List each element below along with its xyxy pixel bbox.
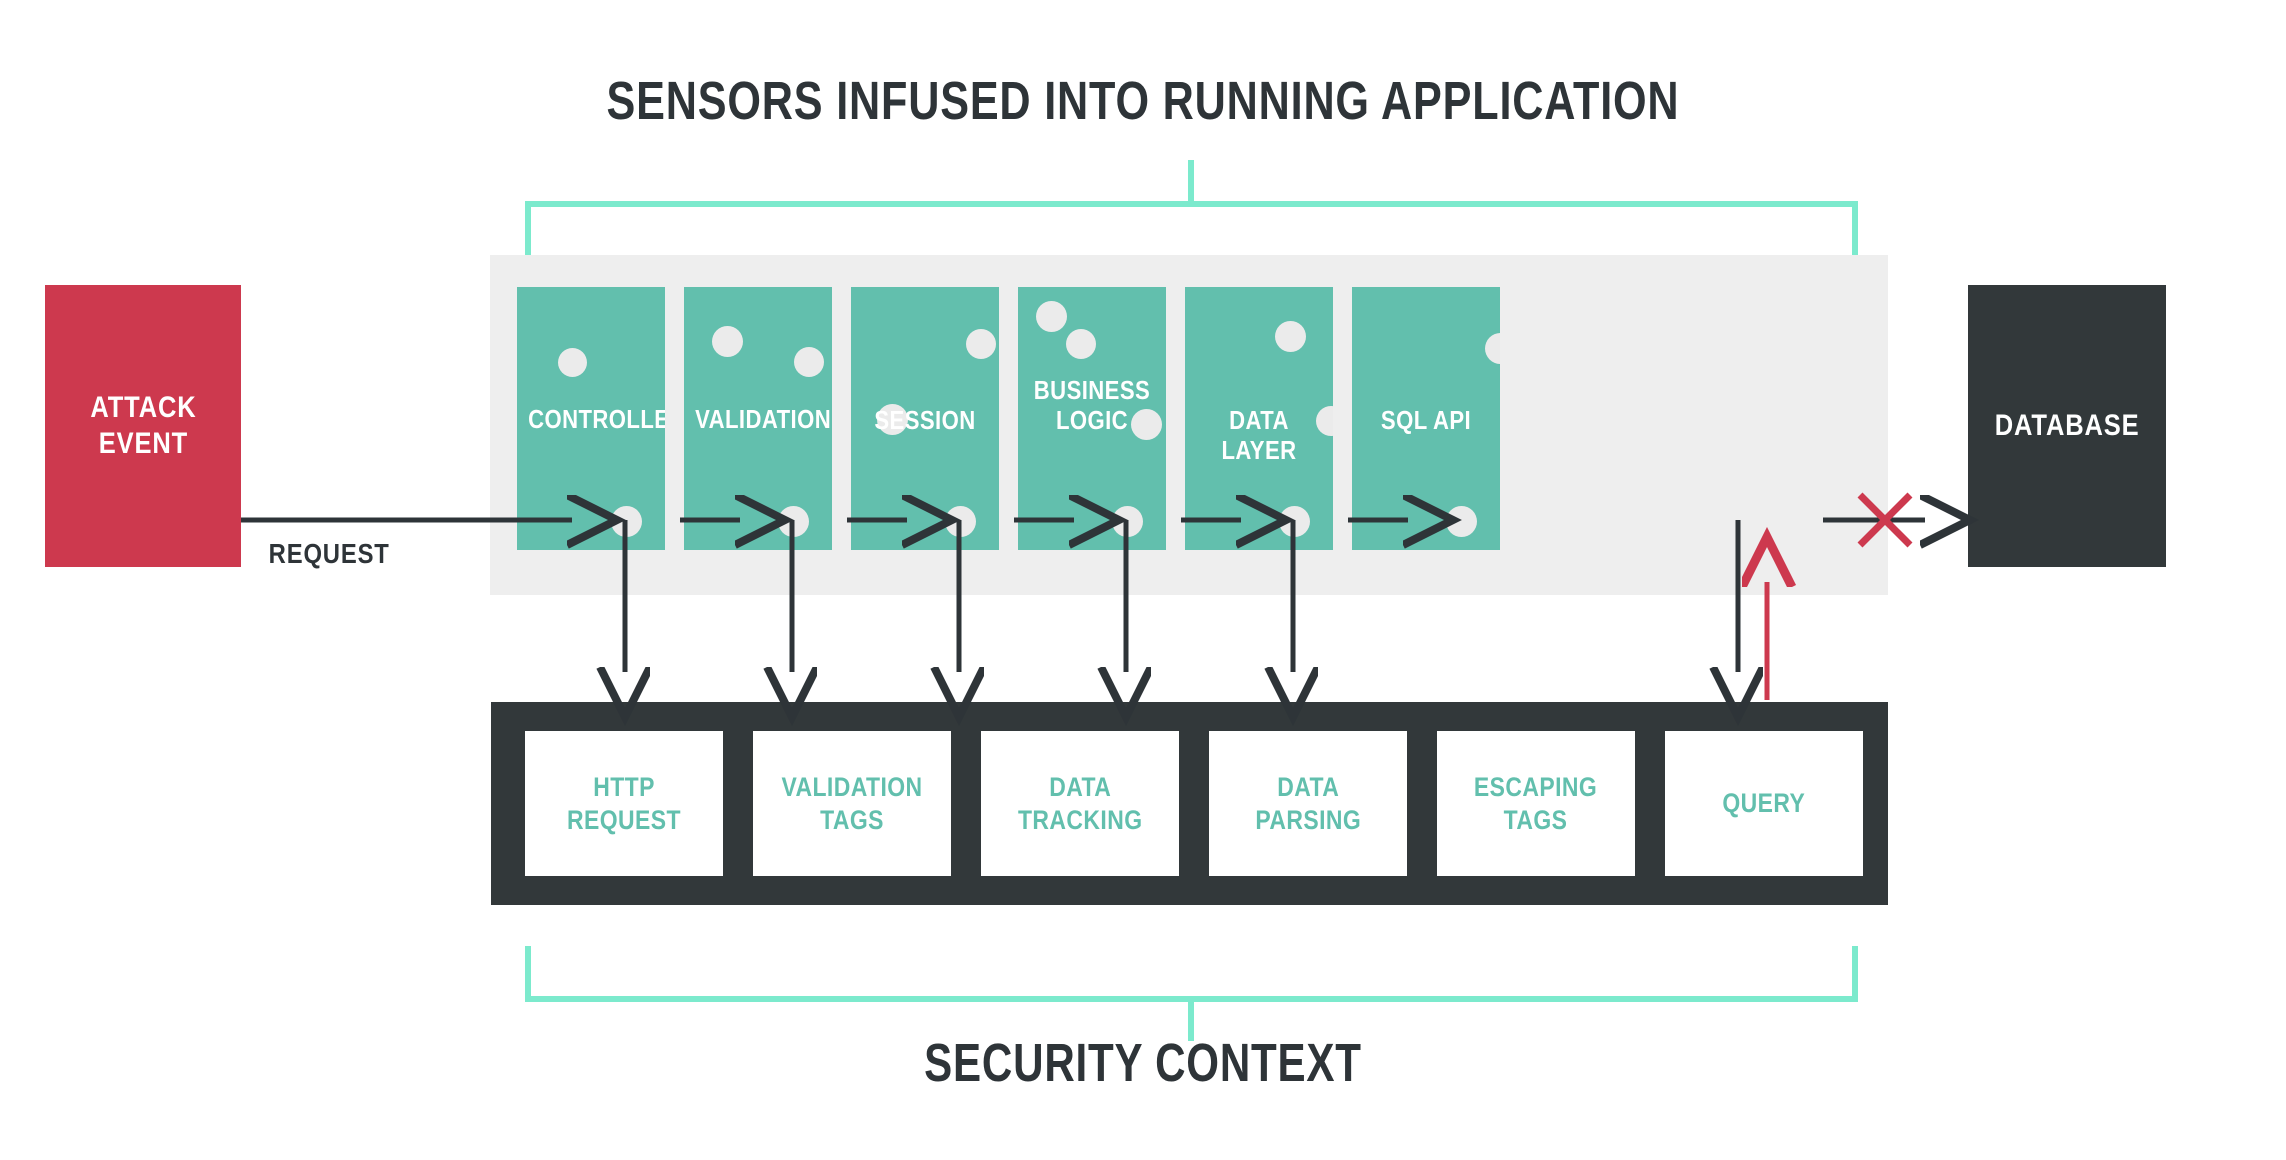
page-title-bottom: SECURITY CONTEXT [924, 1033, 1362, 1093]
sensor-card-label: QUERY [1723, 787, 1806, 819]
sensor-card-data-parsing[interactable]: DATA PARSING [1209, 731, 1407, 876]
stage-label-line: LOGIC [1055, 405, 1129, 436]
stage-label-validation: VALIDATION [695, 404, 832, 434]
sensor-dot [558, 348, 587, 377]
top-bracket-stem [1188, 160, 1194, 205]
sensor-card-line: QUERY [1722, 788, 1806, 819]
stage-box-business-logic[interactable]: BUSINESS LOGIC [1018, 287, 1166, 550]
sensor-card-label: HTTP REQUEST [567, 771, 681, 836]
sensor-dot [712, 326, 743, 357]
stage-label-data-layer: DATA LAYER [1196, 405, 1322, 466]
sensor-card-line: DATA [1276, 772, 1340, 803]
sensor-dot [1112, 506, 1143, 537]
sensor-card-label: DATA TRACKING [1018, 771, 1143, 836]
database-label: DATABASE [1994, 409, 2140, 442]
x-block-icon [1857, 492, 1913, 548]
bottom-bracket-left-leg [525, 946, 531, 1002]
sensor-dot [778, 506, 809, 537]
sensor-dot [966, 329, 996, 359]
attack-event-label: ATTACK EVENT [90, 390, 196, 462]
sensor-card-line: VALIDATION [781, 772, 923, 803]
sensor-dot [1446, 506, 1477, 537]
stage-label-business-logic: BUSINESS LOGIC [1029, 375, 1155, 436]
page-title-top: SENSORS INFUSED INTO RUNNING APPLICATION [606, 71, 1680, 131]
sensor-card-line: HTTP [593, 772, 655, 803]
sensor-dot [1275, 321, 1306, 352]
stage-box-validation[interactable]: VALIDATION [684, 287, 832, 550]
sensor-dot [1066, 329, 1096, 359]
sensor-dot [1036, 301, 1067, 332]
sensor-card-validation-tags[interactable]: VALIDATION TAGS [753, 731, 951, 876]
stage-label-sql-api: SQL API [1363, 405, 1489, 435]
sensor-card-http-request[interactable]: HTTP REQUEST [525, 731, 723, 876]
stage-label-session: SESSION [862, 405, 988, 435]
sensor-card-label: ESCAPING TAGS [1474, 771, 1597, 836]
stage-label-line: SQL API [1380, 405, 1472, 435]
stage-box-data-layer[interactable]: DATA LAYER [1185, 287, 1333, 550]
attack-event-box[interactable]: ATTACK EVENT [45, 285, 241, 567]
stage-label-line: SESSION [874, 405, 976, 435]
bottom-bracket-right-leg [1852, 946, 1858, 1002]
stage-box-session[interactable]: SESSION [851, 287, 999, 550]
diagram-canvas: SENSORS INFUSED INTO RUNNING APPLICATION… [0, 0, 2286, 1160]
sensor-card-line: ESCAPING [1474, 772, 1598, 803]
sensor-dot [945, 506, 976, 537]
sensor-dot [611, 506, 642, 537]
sensor-dot [794, 347, 824, 377]
request-flow-label: REQUEST [268, 538, 390, 569]
sensor-card-line: DATA [1048, 772, 1112, 803]
sensor-card-line: REQUEST [567, 804, 681, 835]
sensor-dot [1279, 506, 1310, 537]
stage-label-controller: CONTROLLER [528, 404, 665, 434]
attack-event-line1: ATTACK [89, 391, 197, 424]
sensor-card-label: VALIDATION TAGS [781, 771, 922, 836]
sensor-dot [1485, 333, 1500, 364]
database-box[interactable]: DATABASE [1968, 285, 2166, 567]
stage-label-line: DATA LAYER [1221, 405, 1297, 466]
top-bracket-right-leg [1852, 201, 1858, 257]
sensor-card-data-tracking[interactable]: DATA TRACKING [981, 731, 1179, 876]
attack-event-line2: EVENT [98, 427, 188, 460]
stage-label-line: BUSINESS [1033, 375, 1151, 405]
sensor-card-line: TAGS [1504, 804, 1568, 835]
sensor-card-line: TRACKING [1017, 804, 1143, 835]
stage-label-line: VALIDATION [695, 404, 832, 434]
stage-box-sql-api[interactable]: SQL API [1352, 287, 1500, 550]
sensor-card-line: PARSING [1255, 804, 1361, 835]
sensor-card-label: DATA PARSING [1255, 771, 1361, 836]
stage-box-controller[interactable]: CONTROLLER [517, 287, 665, 550]
sensor-card-query[interactable]: QUERY [1665, 731, 1863, 876]
top-bracket-left-leg [525, 201, 531, 257]
sensor-card-line: TAGS [820, 804, 884, 835]
sensor-card-escaping-tags[interactable]: ESCAPING TAGS [1437, 731, 1635, 876]
stage-label-line: CONTROLLER [528, 404, 665, 434]
